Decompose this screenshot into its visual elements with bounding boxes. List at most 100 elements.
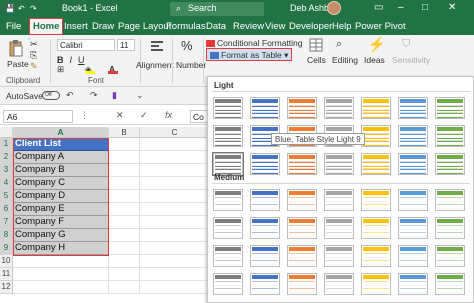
- company-cell[interactable]: Company E: [13, 203, 109, 216]
- table-style-swatch[interactable]: [287, 189, 317, 211]
- row-header[interactable]: 5: [0, 190, 13, 203]
- number-label[interactable]: Number: [176, 60, 206, 70]
- empty-cell[interactable]: [140, 177, 210, 190]
- sensitivity-label[interactable]: Sensitivity: [392, 55, 430, 65]
- table-style-swatch[interactable]: [250, 273, 280, 295]
- paste-label[interactable]: Paste: [7, 59, 29, 69]
- alignment-icon[interactable]: [149, 39, 165, 55]
- empty-cell[interactable]: [13, 281, 109, 294]
- ribbon-display-icon[interactable]: ▭: [374, 2, 383, 13]
- empty-cell[interactable]: [140, 203, 210, 216]
- format-painter-icon[interactable]: ✎: [30, 61, 38, 72]
- row-header[interactable]: 11: [0, 268, 13, 281]
- copy-icon[interactable]: ⎘: [30, 50, 37, 61]
- table-style-swatch[interactable]: [361, 97, 391, 119]
- tab-review[interactable]: Review: [233, 21, 264, 32]
- table-style-swatch[interactable]: [435, 153, 465, 175]
- empty-cell[interactable]: [140, 216, 210, 229]
- empty-cell[interactable]: [13, 255, 109, 268]
- autosave-toggle[interactable]: Off: [42, 91, 60, 100]
- empty-cell[interactable]: [109, 138, 140, 151]
- table-style-swatch[interactable]: [213, 125, 243, 147]
- table-style-swatch[interactable]: [213, 245, 243, 267]
- editing-icon[interactable]: ⌕: [336, 38, 342, 51]
- table-style-swatch[interactable]: [324, 217, 354, 239]
- cut-icon[interactable]: ✂: [30, 39, 38, 50]
- row-header[interactable]: 9: [0, 242, 13, 255]
- select-all-corner[interactable]: [0, 127, 13, 138]
- italic-button[interactable]: I: [70, 55, 73, 65]
- empty-cell[interactable]: [140, 151, 210, 164]
- editing-label[interactable]: Editing: [332, 55, 358, 65]
- table-style-swatch[interactable]: [435, 125, 465, 147]
- table-style-swatch[interactable]: [398, 189, 428, 211]
- table-style-swatch[interactable]: [361, 245, 391, 267]
- empty-cell[interactable]: [109, 164, 140, 177]
- empty-cell[interactable]: [140, 138, 210, 151]
- company-cell[interactable]: Company H: [13, 242, 109, 255]
- quick-action-icon[interactable]: ▮: [112, 90, 117, 101]
- table-style-swatch[interactable]: [398, 217, 428, 239]
- table-style-swatch[interactable]: [435, 273, 465, 295]
- tab-formulas[interactable]: Formulas: [166, 21, 206, 32]
- empty-cell[interactable]: [140, 255, 210, 268]
- undo-icon[interactable]: ↶: [18, 4, 25, 13]
- table-style-swatch[interactable]: [398, 125, 428, 147]
- table-style-swatch[interactable]: [361, 217, 391, 239]
- tab-developer[interactable]: Developer: [289, 21, 332, 32]
- table-style-swatch[interactable]: [324, 97, 354, 119]
- empty-cell[interactable]: [109, 281, 140, 294]
- company-cell[interactable]: Company C: [13, 177, 109, 190]
- enter-icon[interactable]: ✓: [140, 110, 148, 121]
- row-header[interactable]: 4: [0, 177, 13, 190]
- table-style-swatch[interactable]: [287, 153, 317, 175]
- conditional-formatting-button[interactable]: Conditional Formatting: [206, 38, 303, 48]
- table-style-swatch[interactable]: [435, 189, 465, 211]
- table-style-swatch[interactable]: [250, 97, 280, 119]
- row-header[interactable]: 1: [0, 138, 13, 151]
- table-style-swatch[interactable]: [398, 97, 428, 119]
- table-style-swatch[interactable]: [212, 152, 244, 176]
- tab-file[interactable]: File: [6, 21, 21, 32]
- row-header[interactable]: 12: [0, 281, 13, 294]
- table-style-swatch[interactable]: [213, 97, 243, 119]
- row-header[interactable]: 10: [0, 255, 13, 268]
- row-header[interactable]: 6: [0, 203, 13, 216]
- table-style-swatch[interactable]: [287, 217, 317, 239]
- empty-cell[interactable]: [140, 242, 210, 255]
- empty-cell[interactable]: [140, 229, 210, 242]
- tab-help[interactable]: Help: [332, 21, 352, 32]
- empty-cell[interactable]: [140, 268, 210, 281]
- alignment-label[interactable]: Alignment: [136, 60, 174, 70]
- tab-view[interactable]: View: [265, 21, 285, 32]
- avatar[interactable]: [327, 1, 341, 15]
- tab-page-layout[interactable]: Page Layout: [118, 21, 171, 32]
- name-box[interactable]: A6: [3, 110, 73, 123]
- table-style-swatch[interactable]: [435, 245, 465, 267]
- empty-cell[interactable]: [140, 164, 210, 177]
- company-cell[interactable]: Company A: [13, 151, 109, 164]
- company-cell[interactable]: Company G: [13, 229, 109, 242]
- tab-power-pivot[interactable]: Power Pivot: [355, 21, 406, 32]
- table-style-swatch[interactable]: [361, 273, 391, 295]
- cancel-icon[interactable]: ✕: [116, 110, 124, 121]
- table-style-swatch[interactable]: [361, 125, 391, 147]
- redo-icon[interactable]: ↷: [30, 4, 37, 13]
- underline-button[interactable]: U: [78, 55, 85, 65]
- table-style-swatch[interactable]: [213, 217, 243, 239]
- search-box[interactable]: ⌕ Search: [170, 2, 264, 16]
- table-style-swatch[interactable]: [287, 245, 317, 267]
- cells-label[interactable]: Cells: [307, 55, 326, 65]
- empty-cell[interactable]: [109, 229, 140, 242]
- tab-draw[interactable]: Draw: [92, 21, 114, 32]
- save-icon[interactable]: 💾: [5, 4, 15, 13]
- empty-cell[interactable]: [109, 255, 140, 268]
- table-style-swatch[interactable]: [398, 245, 428, 267]
- company-cell[interactable]: Company B: [13, 164, 109, 177]
- row-header[interactable]: 7: [0, 216, 13, 229]
- close-button[interactable]: ✕: [448, 2, 456, 13]
- empty-cell[interactable]: [109, 190, 140, 203]
- row-header[interactable]: 2: [0, 151, 13, 164]
- company-cell[interactable]: Company D: [13, 190, 109, 203]
- company-cell[interactable]: Company F: [13, 216, 109, 229]
